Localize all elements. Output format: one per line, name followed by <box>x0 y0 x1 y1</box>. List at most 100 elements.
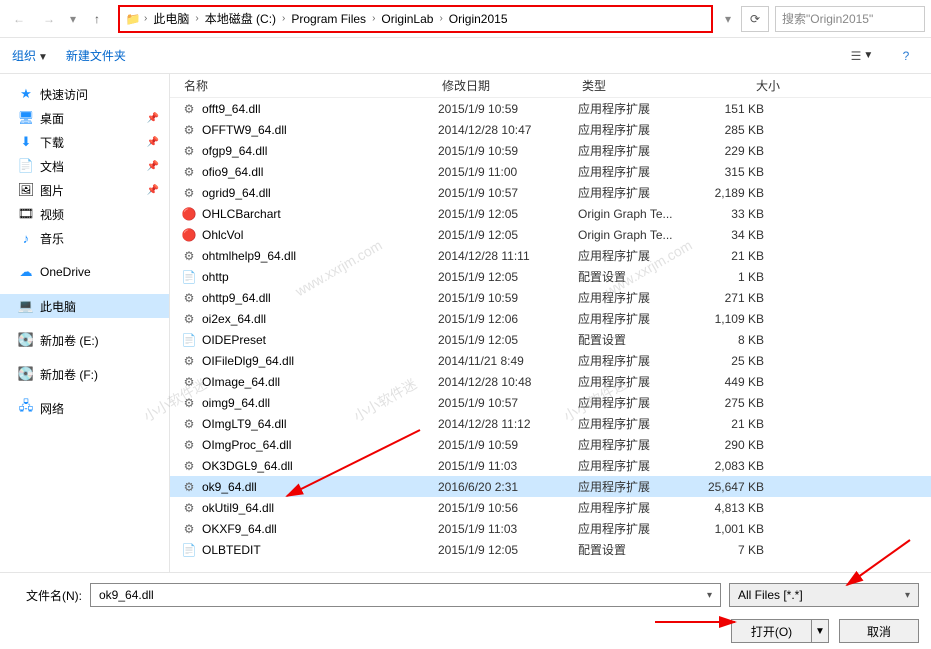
breadcrumb[interactable]: 📁 › 此电脑 › 本地磁盘 (C:) › Program Files › Or… <box>118 5 713 33</box>
filter-dropdown[interactable]: All Files [*.*] ▾ <box>729 583 919 607</box>
open-button-group: 打开(O) ▼ <box>731 619 829 643</box>
breadcrumb-segment[interactable]: 本地磁盘 (C:) <box>201 10 280 27</box>
file-row[interactable]: ⚙OKXF9_64.dll2015/1/9 11:03应用程序扩展1,001 K… <box>170 518 931 539</box>
chevron-right-icon: › <box>437 13 444 24</box>
file-icon: 🔴 <box>180 227 198 243</box>
file-icon: ⚙ <box>180 416 198 432</box>
file-row[interactable]: ⚙ofio9_64.dll2015/1/9 11:00应用程序扩展315 KB <box>170 161 931 182</box>
filename-input[interactable]: ok9_64.dll ▾ <box>90 583 721 607</box>
sidebar-volume-f[interactable]: 💽新加卷 (F:) <box>0 362 169 386</box>
view-options-button[interactable]: ☰▼ <box>849 45 875 67</box>
sidebar-network[interactable]: 🖧网络 <box>0 396 169 420</box>
file-size: 1,001 KB <box>694 522 784 536</box>
search-input[interactable]: 搜索"Origin2015" <box>775 6 925 32</box>
file-size: 33 KB <box>694 207 784 221</box>
open-dropdown[interactable]: ▼ <box>811 619 829 643</box>
file-row[interactable]: ⚙OFFTW9_64.dll2014/12/28 10:47应用程序扩展285 … <box>170 119 931 140</box>
file-icon: ⚙ <box>180 395 198 411</box>
sidebar-desktop[interactable]: 🖥桌面📌 <box>0 106 169 130</box>
file-row[interactable]: ⚙ok9_64.dll2016/6/20 2:31应用程序扩展25,647 KB <box>170 476 931 497</box>
nav-history-dropdown[interactable]: ▾ <box>66 6 80 32</box>
file-icon: ⚙ <box>180 353 198 369</box>
breadcrumb-segment[interactable]: Program Files <box>287 12 370 26</box>
file-icon: ⚙ <box>180 479 198 495</box>
file-icon: ⚙ <box>180 185 198 201</box>
file-type: 应用程序扩展 <box>578 142 694 159</box>
refresh-button[interactable]: ⟳ <box>741 6 769 32</box>
column-headers: 名称 修改日期 类型 大小 <box>170 74 931 98</box>
help-button[interactable]: ? <box>893 45 919 67</box>
file-size: 275 KB <box>694 396 784 410</box>
file-date: 2015/1/9 10:59 <box>438 438 578 452</box>
nav-back-button[interactable]: ← <box>6 6 32 32</box>
file-row[interactable]: 📄OIDEPreset2015/1/9 12:05配置设置8 KB <box>170 329 931 350</box>
file-row[interactable]: 🔴OhlcVol2015/1/9 12:05Origin Graph Te...… <box>170 224 931 245</box>
file-icon: ⚙ <box>180 290 198 306</box>
sidebar-music[interactable]: ♪ 音乐 <box>0 226 169 250</box>
col-header-type[interactable]: 类型 <box>578 77 694 94</box>
sidebar-volume-e[interactable]: 💽新加卷 (E:) <box>0 328 169 352</box>
file-name: OImgProc_64.dll <box>198 438 438 452</box>
sidebar-item-label: 音乐 <box>40 230 64 247</box>
file-row[interactable]: ⚙ohtmlhelp9_64.dll2014/12/28 11:11应用程序扩展… <box>170 245 931 266</box>
file-row[interactable]: ⚙OImgProc_64.dll2015/1/9 10:59应用程序扩展290 … <box>170 434 931 455</box>
videos-icon: 🎞 <box>18 206 34 222</box>
file-date: 2016/6/20 2:31 <box>438 480 578 494</box>
file-row[interactable]: ⚙OImgLT9_64.dll2014/12/28 11:12应用程序扩展21 … <box>170 413 931 434</box>
open-button[interactable]: 打开(O) <box>731 619 811 643</box>
file-row[interactable]: ⚙ogrid9_64.dll2015/1/9 10:57应用程序扩展2,189 … <box>170 182 931 203</box>
file-row[interactable]: ⚙oimg9_64.dll2015/1/9 10:57应用程序扩展275 KB <box>170 392 931 413</box>
file-row[interactable]: ⚙OImage_64.dll2014/12/28 10:48应用程序扩展449 … <box>170 371 931 392</box>
breadcrumb-segment[interactable]: 此电脑 <box>149 10 193 27</box>
sidebar-videos[interactable]: 🎞视频 <box>0 202 169 226</box>
breadcrumb-dropdown[interactable]: ▾ <box>721 6 735 32</box>
sidebar-pictures[interactable]: 🖼图片📌 <box>0 178 169 202</box>
breadcrumb-segment[interactable]: OriginLab <box>377 12 437 26</box>
music-icon: ♪ <box>18 230 34 246</box>
file-size: 25,647 KB <box>694 480 784 494</box>
file-size: 271 KB <box>694 291 784 305</box>
col-header-size[interactable]: 大小 <box>694 77 784 94</box>
file-row[interactable]: ⚙okUtil9_64.dll2015/1/9 10:56应用程序扩展4,813… <box>170 497 931 518</box>
breadcrumb-segment[interactable]: Origin2015 <box>445 12 512 26</box>
sidebar-this-pc[interactable]: 💻此电脑 <box>0 294 169 318</box>
documents-icon: 📄 <box>18 158 34 174</box>
sidebar-downloads[interactable]: ⬇下载📌 <box>0 130 169 154</box>
sidebar-documents[interactable]: 📄文档📌 <box>0 154 169 178</box>
file-row[interactable]: ⚙oi2ex_64.dll2015/1/9 12:06应用程序扩展1,109 K… <box>170 308 931 329</box>
file-type: 应用程序扩展 <box>578 100 694 117</box>
organize-button[interactable]: 组织▼ <box>12 47 48 64</box>
file-icon: ⚙ <box>180 521 198 537</box>
file-name: ohttp <box>198 270 438 284</box>
cancel-button[interactable]: 取消 <box>839 619 919 643</box>
file-row[interactable]: ⚙ohttp9_64.dll2015/1/9 10:59应用程序扩展271 KB <box>170 287 931 308</box>
col-header-date[interactable]: 修改日期 <box>438 77 578 94</box>
file-size: 34 KB <box>694 228 784 242</box>
file-row[interactable]: 📄OLBTEDIT2015/1/9 12:05配置设置7 KB <box>170 539 931 560</box>
sidebar-item-label: 此电脑 <box>40 298 76 315</box>
file-size: 2,189 KB <box>694 186 784 200</box>
file-row[interactable]: ⚙OIFileDlg9_64.dll2014/11/21 8:49应用程序扩展2… <box>170 350 931 371</box>
file-type: Origin Graph Te... <box>578 207 694 221</box>
file-row[interactable]: 📄ohttp2015/1/9 12:05配置设置1 KB <box>170 266 931 287</box>
filter-value: All Files [*.*] <box>738 588 803 602</box>
file-size: 21 KB <box>694 417 784 431</box>
file-row[interactable]: ⚙offt9_64.dll2015/1/9 10:59应用程序扩展151 KB <box>170 98 931 119</box>
file-row[interactable]: ⚙OK3DGL9_64.dll2015/1/9 11:03应用程序扩展2,083… <box>170 455 931 476</box>
chevron-down-icon[interactable]: ▾ <box>707 590 712 601</box>
nav-up-button[interactable]: ↑ <box>84 6 110 32</box>
file-date: 2014/12/28 11:11 <box>438 249 578 263</box>
col-header-name[interactable]: 名称 <box>180 77 438 94</box>
file-name: okUtil9_64.dll <box>198 501 438 515</box>
sidebar-onedrive[interactable]: ☁OneDrive <box>0 260 169 284</box>
nav-forward-button[interactable]: → <box>36 6 62 32</box>
file-row[interactable]: ⚙ofgp9_64.dll2015/1/9 10:59应用程序扩展229 KB <box>170 140 931 161</box>
file-size: 21 KB <box>694 249 784 263</box>
file-size: 229 KB <box>694 144 784 158</box>
file-row[interactable]: 🔴OHLCBarchart2015/1/9 12:05Origin Graph … <box>170 203 931 224</box>
new-folder-button[interactable]: 新建文件夹 <box>66 47 126 64</box>
file-icon: ⚙ <box>180 143 198 159</box>
file-name: oimg9_64.dll <box>198 396 438 410</box>
file-rows: ⚙offt9_64.dll2015/1/9 10:59应用程序扩展151 KB⚙… <box>170 98 931 572</box>
sidebar-quick-access[interactable]: ★快速访问 <box>0 82 169 106</box>
